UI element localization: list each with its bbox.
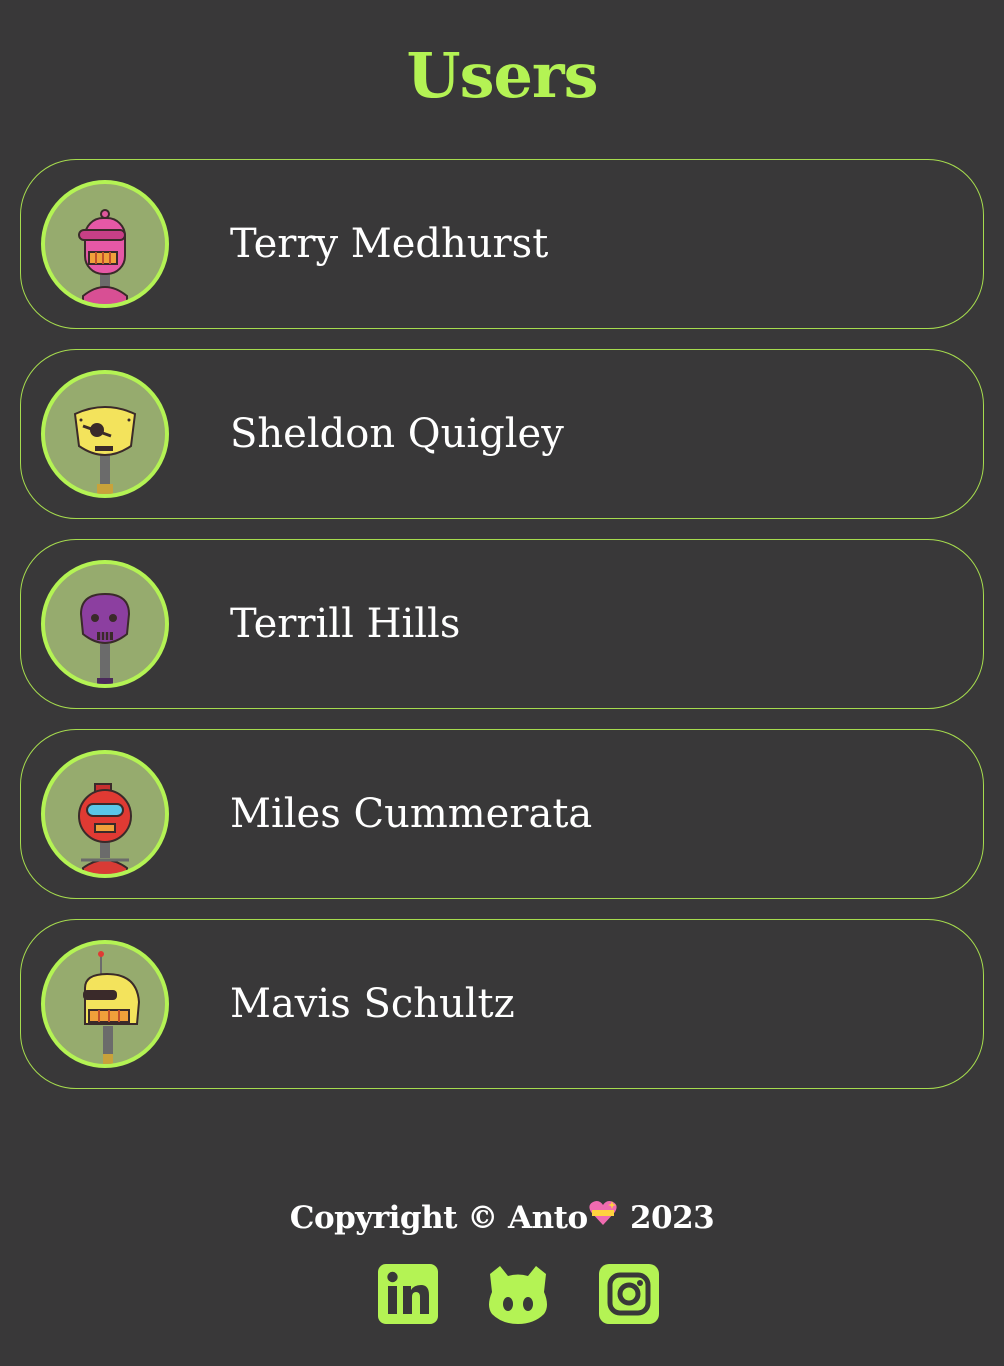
copyright-text: Copyright © Anto 2023 — [0, 1196, 1004, 1240]
red-robot-avatar — [41, 750, 169, 878]
user-list: Terry Medhurst Sheldon Quigley Terrill H… — [20, 159, 984, 1109]
github-icon[interactable] — [484, 1262, 550, 1328]
user-name: Miles Cummerata — [230, 791, 593, 837]
yellow-helmet-robot-avatar — [41, 940, 169, 1068]
user-card[interactable]: Mavis Schultz — [20, 919, 984, 1089]
user-card[interactable]: Sheldon Quigley — [20, 349, 984, 519]
user-name: Sheldon Quigley — [230, 411, 564, 457]
copyright-year-spacer — [620, 1200, 630, 1236]
copyright-prefix: Copyright © Anto — [289, 1200, 588, 1236]
footer: Copyright © Anto 2023 — [0, 1196, 1004, 1240]
copyright-year: 2023 — [629, 1200, 715, 1236]
sparkling-heart-icon — [588, 1195, 618, 1239]
instagram-icon[interactable] — [597, 1262, 663, 1328]
purple-robot-avatar — [41, 560, 169, 688]
pink-robot-avatar — [41, 180, 169, 308]
user-name: Terry Medhurst — [230, 221, 549, 267]
user-card[interactable]: Miles Cummerata — [20, 729, 984, 899]
user-name: Terrill Hills — [230, 601, 461, 647]
user-name: Mavis Schultz — [230, 981, 515, 1027]
yellow-robot-avatar — [41, 370, 169, 498]
user-card[interactable]: Terry Medhurst — [20, 159, 984, 329]
social-links — [0, 1262, 1004, 1328]
linkedin-icon[interactable] — [376, 1262, 442, 1328]
page-title: Users — [406, 39, 599, 112]
user-card[interactable]: Terrill Hills — [20, 539, 984, 709]
